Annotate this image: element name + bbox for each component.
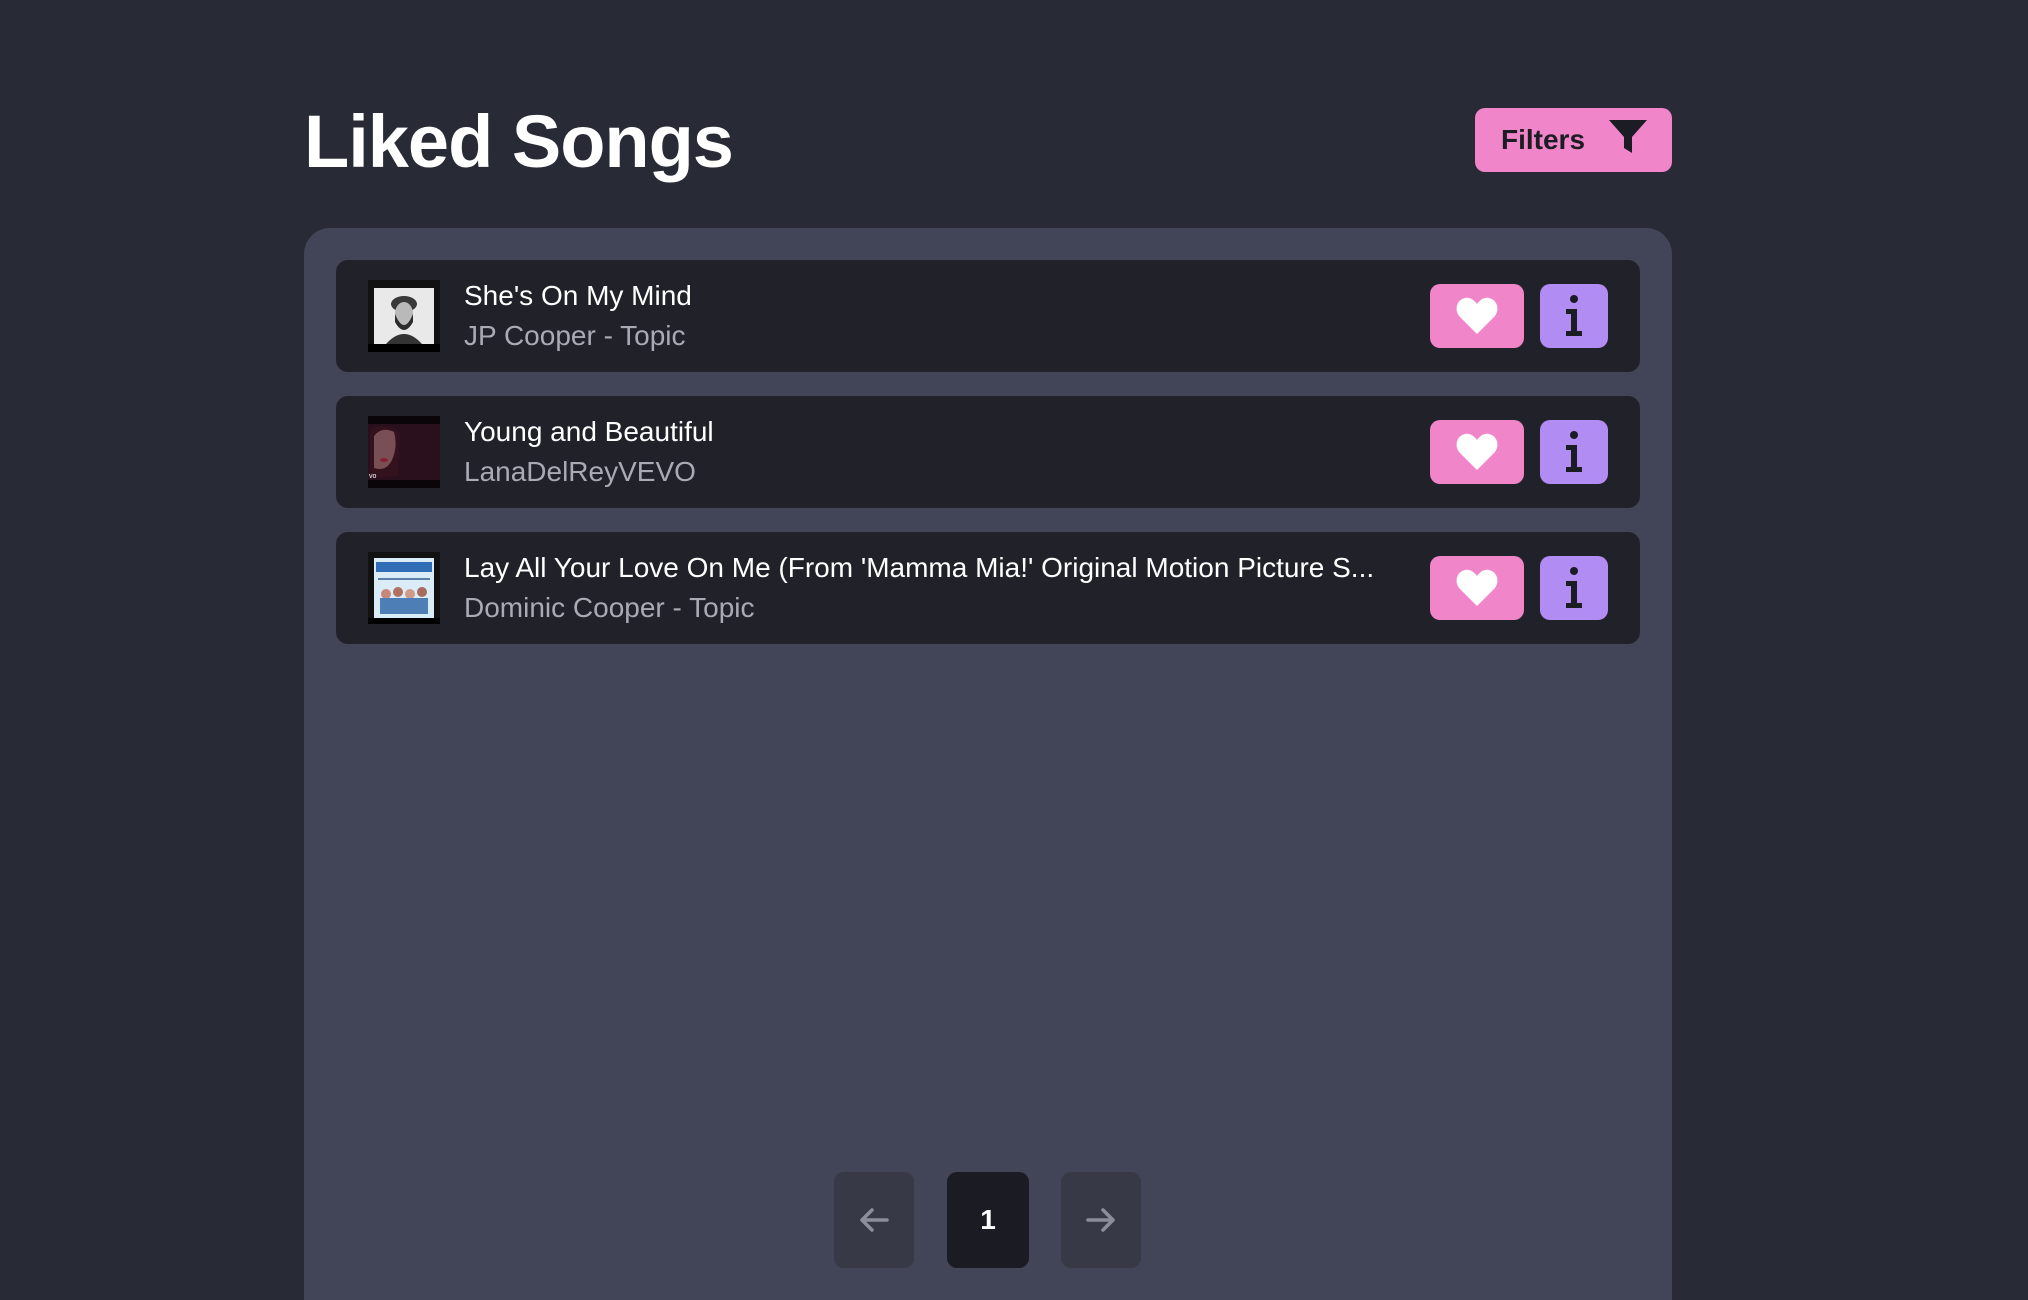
pagination-page-current[interactable]: 1 xyxy=(947,1172,1029,1268)
filter-icon xyxy=(1608,119,1648,162)
heart-icon xyxy=(1456,297,1498,334)
pagination-next-button[interactable] xyxy=(1061,1172,1141,1268)
info-button[interactable] xyxy=(1540,556,1608,620)
song-title: Lay All Your Love On Me (From 'Mamma Mia… xyxy=(464,552,1375,583)
song-thumbnail xyxy=(368,552,440,624)
info-button[interactable] xyxy=(1540,284,1608,348)
song-artist: Dominic Cooper - Topic xyxy=(464,592,755,623)
song-title: She's On My Mind xyxy=(464,280,692,311)
pagination-prev-button[interactable] xyxy=(834,1172,914,1268)
song-row[interactable]: vo Young and Beautiful LanaDelReyVEVO xyxy=(336,396,1640,508)
like-button[interactable] xyxy=(1430,420,1524,484)
page-title: Liked Songs xyxy=(304,100,734,183)
song-artist: JP Cooper - Topic xyxy=(464,320,686,351)
info-button[interactable] xyxy=(1540,420,1608,484)
svg-text:vo: vo xyxy=(369,473,377,480)
song-row[interactable]: She's On My Mind JP Cooper - Topic xyxy=(336,260,1640,372)
songs-panel: She's On My Mind JP Cooper - Topic vo Yo… xyxy=(304,228,1672,1300)
song-title: Young and Beautiful xyxy=(464,416,714,447)
song-thumbnail: vo xyxy=(368,416,440,488)
arrow-left-icon xyxy=(860,1208,889,1232)
arrow-right-icon xyxy=(1086,1208,1115,1232)
like-button[interactable] xyxy=(1430,556,1524,620)
filters-label: Filters xyxy=(1501,124,1586,155)
heart-icon xyxy=(1456,433,1498,470)
song-artist: LanaDelReyVEVO xyxy=(464,456,696,487)
heart-icon xyxy=(1456,569,1498,606)
filters-button[interactable]: Filters xyxy=(1475,108,1672,172)
song-row[interactable]: Lay All Your Love On Me (From 'Mamma Mia… xyxy=(336,532,1640,644)
info-icon xyxy=(1566,295,1582,336)
song-thumbnail xyxy=(368,280,440,352)
info-icon xyxy=(1566,567,1582,608)
info-icon xyxy=(1566,431,1582,472)
like-button[interactable] xyxy=(1430,284,1524,348)
